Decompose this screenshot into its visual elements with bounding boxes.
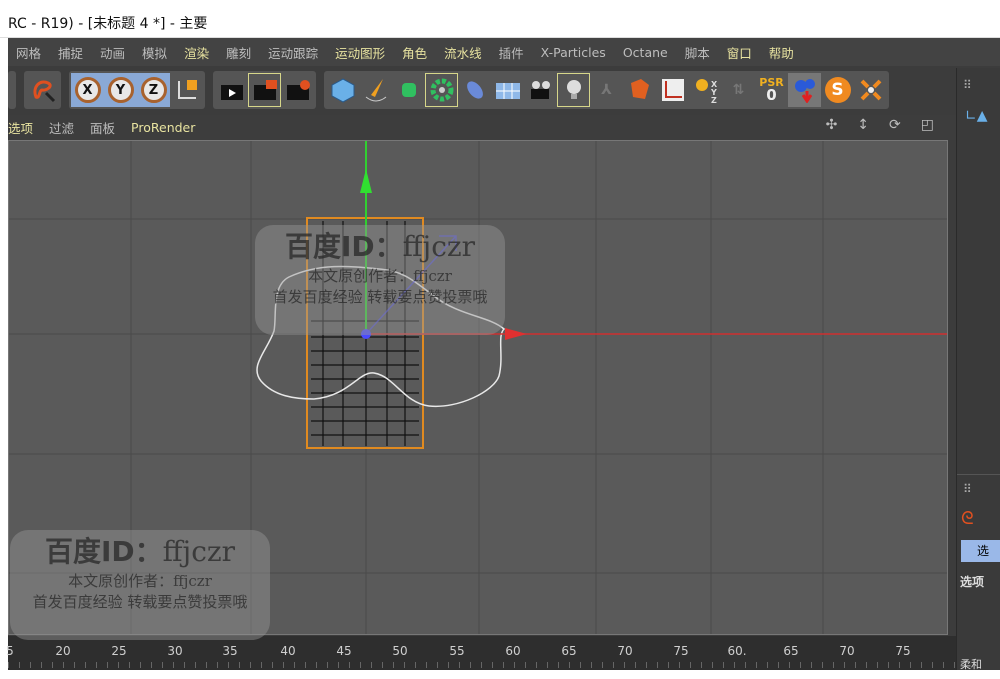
render-settings-icon[interactable] <box>281 73 314 107</box>
object-tree-icon: ∟▲ <box>965 108 988 124</box>
menu-item[interactable]: X-Particles <box>541 45 606 60</box>
menu-item[interactable]: 插件 <box>499 43 524 62</box>
character-icon[interactable]: ⅄ <box>590 73 623 107</box>
options-tab[interactable]: 选项 <box>960 573 984 590</box>
timeline-tick-label: 45 <box>336 644 352 658</box>
toolbar-group-live <box>24 71 61 109</box>
cloner-icon[interactable] <box>425 73 458 107</box>
x-axis-lock-button[interactable]: X <box>71 73 104 107</box>
camera-icon[interactable] <box>524 73 557 107</box>
timeline-tick-label: 70 <box>617 644 633 658</box>
menu-item[interactable]: 运动图形 <box>335 43 385 62</box>
pen-spline-icon[interactable] <box>359 73 392 107</box>
timeline-tick-label: 70 <box>839 644 855 658</box>
panel-grip-icon[interactable]: ⠿ <box>963 78 972 92</box>
viewport-menu-panel[interactable]: 面板 <box>90 118 115 137</box>
timeline-tick-label: 40 <box>280 644 296 658</box>
title-bar: RC - R19) - [未标题 4 *] - 主要 <box>0 0 1000 38</box>
timeline-tick-label: 5 <box>6 644 14 658</box>
toolbar-group-objects: ⅄ XYZ ⇅ PSR 0 S <box>324 71 889 109</box>
toolbar: X Y Z ⅄ XYZ ⇅ PSR 0 S <box>8 68 956 112</box>
s-plugin-button[interactable]: S <box>821 73 854 107</box>
menu-item[interactable]: Octane <box>623 45 668 60</box>
toolbar-group-axis: X Y Z <box>69 71 205 109</box>
timeline-tick-label: 75 <box>895 644 911 658</box>
align-icon[interactable]: ⇅ <box>722 73 755 107</box>
menu-item[interactable]: 渲染 <box>184 43 209 62</box>
timeline-tick-label: 55 <box>449 644 465 658</box>
timeline-tick-label: 30 <box>167 644 183 658</box>
menu-item[interactable]: 雕刻 <box>226 43 251 62</box>
psr-button[interactable]: PSR 0 <box>755 73 788 107</box>
panel-grip-icon-2[interactable]: ⠿ <box>963 482 972 496</box>
menu-bar: 网格 捕捉 动画 模拟 渲染 雕刻 运动跟踪 运动图形 角色 流水线 插件 X-Particles Oc… <box>8 38 1000 66</box>
timeline-tick-label: 60. <box>727 644 747 658</box>
window-title: RC - R19) - [未标题 4 *] - 主要 <box>8 16 208 32</box>
coordinate-system-icon[interactable] <box>170 73 203 107</box>
svg-text:Z: Z <box>711 96 717 103</box>
menu-item[interactable]: 流水线 <box>444 43 482 62</box>
x-axis-arrow[interactable] <box>505 328 527 340</box>
coordinate-frame-icon[interactable] <box>656 73 689 107</box>
drop-to-floor-icon[interactable] <box>788 73 821 107</box>
watermark-bottom-left: 百度ID：ffjczr 本文原创作者：ffjczr 首发百度经验 转载要点赞投票… <box>10 530 270 640</box>
menu-item[interactable]: 帮助 <box>769 43 794 62</box>
xyz-transfer-icon[interactable]: XYZ <box>689 73 722 107</box>
deformer-icon[interactable] <box>458 73 491 107</box>
viewport-menu-options[interactable]: 选项 <box>8 118 33 137</box>
menu-item[interactable]: 脚本 <box>685 43 710 62</box>
bake-object-icon[interactable] <box>623 73 656 107</box>
menu-item[interactable]: 模拟 <box>142 43 167 62</box>
viewport-nav-icons: ✣ ↕ ⟳ ◰ <box>826 117 950 133</box>
menu-item[interactable]: 运动跟踪 <box>268 43 318 62</box>
attribute-tab[interactable]: 选 <box>961 540 1000 562</box>
zoom-view-icon[interactable]: ↕ <box>857 117 869 133</box>
toolbar-group-render <box>213 71 316 109</box>
timeline-tick-label: 25 <box>111 644 127 658</box>
toolbar-group-partial <box>8 71 16 109</box>
menu-item[interactable]: 动画 <box>100 43 125 62</box>
y-axis-arrow[interactable] <box>360 169 372 193</box>
menu-item[interactable]: 角色 <box>402 43 427 62</box>
floor-icon[interactable] <box>491 73 524 107</box>
timeline-tick-label: 35 <box>222 644 238 658</box>
menu-item[interactable]: 窗口 <box>727 43 752 62</box>
menu-item[interactable]: 网格 <box>16 43 41 62</box>
soft-selection-label: 柔和 <box>960 658 982 671</box>
menu-item[interactable]: 捕捉 <box>58 43 83 62</box>
rotate-view-icon[interactable]: ⟳ <box>889 117 901 133</box>
timeline-tick-label: 20 <box>55 644 71 658</box>
viewport-menu-prorender[interactable]: ProRender <box>131 120 195 135</box>
y-axis-lock-button[interactable]: Y <box>104 73 137 107</box>
move-view-icon[interactable]: ✣ <box>826 117 838 133</box>
live-selection-icon[interactable] <box>26 73 59 107</box>
render-view-icon[interactable] <box>215 73 248 107</box>
timeline-tick-label: 65 <box>783 644 799 658</box>
timeline-ruler[interactable]: 5 20 25 30 35 40 45 50 55 60 65 70 75 60. 65 70 75 <box>6 636 956 670</box>
timeline-tick-label: 65 <box>561 644 577 658</box>
cube-icon[interactable] <box>326 73 359 107</box>
timeline-tick-label: 50 <box>392 644 408 658</box>
center-axis-icon[interactable] <box>854 73 887 107</box>
timeline-tick-label: 75 <box>673 644 689 658</box>
render-picture-viewer-icon[interactable] <box>248 73 281 107</box>
watermark-center: 百度ID：ffjczr 本文原创作者：ffjczr 首发百度经验 转载要点赞投票… <box>255 225 505 335</box>
maximize-view-icon[interactable]: ◰ <box>921 117 934 133</box>
z-axis-lock-button[interactable]: Z <box>137 73 170 107</box>
live-selection-icon-small: ᘓ <box>961 508 974 529</box>
timeline-tick-label: 60 <box>505 644 521 658</box>
right-panel: ⠿ ∟▲ ⠿ ᘓ 选 选项 柔和 <box>956 68 1000 671</box>
light-icon[interactable] <box>557 73 590 107</box>
viewport-menu-filter[interactable]: 过滤 <box>49 118 74 137</box>
subdivision-surface-icon[interactable] <box>392 73 425 107</box>
viewport-menu: 选项 过滤 面板 ProRender ✣ ↕ ⟳ ◰ <box>8 115 956 140</box>
